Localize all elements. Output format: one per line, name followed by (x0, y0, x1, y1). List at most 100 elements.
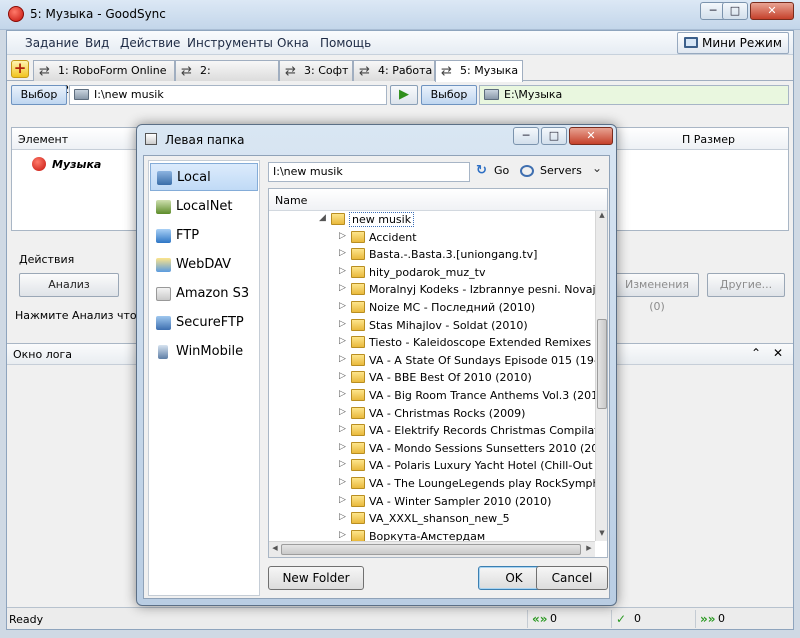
menu-view[interactable]: Вид (85, 36, 109, 50)
menu-windows[interactable]: Окна (277, 36, 309, 50)
add-job-button[interactable]: + (11, 60, 29, 78)
tab-work[interactable]: ⇄ 4: Работа (353, 60, 435, 81)
expand-arrow-icon[interactable]: ▷ (339, 248, 346, 258)
dialog-minimize-button[interactable]: ─ (513, 127, 539, 145)
webdav-icon (156, 258, 171, 272)
source-ftp[interactable]: FTP (150, 222, 258, 250)
hscroll-thumb[interactable] (281, 544, 581, 555)
cancel-button[interactable]: Cancel (536, 566, 608, 590)
close-button[interactable]: ✕ (750, 2, 794, 20)
close-log-icon[interactable]: ✕ (773, 346, 783, 360)
expand-arrow-icon[interactable]: ▷ (339, 283, 346, 293)
tree-folder-row[interactable]: ▷ VA - Mondo Sessions Sunsetters 2010 (20… (269, 440, 595, 458)
source-localnet[interactable]: LocalNet (150, 193, 258, 221)
tree-folder-row[interactable]: ▷ VA - Big Room Trance Anthems Vol.3 (201… (269, 387, 595, 405)
title-bar: 5: Музыка - GoodSync ─ □ ✕ (0, 0, 800, 30)
tree-folder-row[interactable]: ▷ VA_XXXL_shanson_new_5 (269, 510, 595, 528)
go-label: Go (494, 164, 510, 177)
column-right-size[interactable]: П Размер (682, 133, 735, 146)
tree-folder-row[interactable]: ▷ VA - Christmas Rocks (2009) (269, 405, 595, 423)
source-webdav[interactable]: WebDAV (150, 251, 258, 279)
expand-arrow-icon[interactable]: ▷ (339, 336, 346, 346)
expand-arrow-icon[interactable]: ▷ (339, 371, 346, 381)
menu-tools[interactable]: Инструменты (187, 36, 273, 50)
dialog-maximize-button[interactable]: □ (541, 127, 567, 145)
right-path-field[interactable]: E:\Музыка (479, 85, 789, 105)
source-secureftp[interactable]: SecureFTP (150, 309, 258, 337)
expand-arrow-icon[interactable]: ▷ (339, 530, 346, 540)
expand-arrow-icon[interactable]: ▷ (339, 266, 346, 276)
analyze-button[interactable]: Анализ (19, 273, 119, 297)
expand-arrow-icon[interactable]: ▷ (339, 354, 346, 364)
source-winmobile[interactable]: WinMobile (150, 338, 258, 366)
expand-arrow-icon[interactable]: ▷ (339, 319, 346, 329)
source-amazon-s3[interactable]: Amazon S3 (150, 280, 258, 308)
scroll-thumb[interactable] (597, 319, 607, 409)
tree-folder-row[interactable]: ▷ VA - Winter Sampler 2010 (2010) (269, 493, 595, 511)
menu-task[interactable]: Задание (25, 36, 79, 50)
maximize-button[interactable]: □ (722, 2, 748, 20)
tree-folder-row[interactable]: ▷ Moralnyj Kodeks - Izbrannye pesni. Nova… (269, 281, 595, 299)
vertical-scrollbar[interactable]: ▲ ▼ (595, 211, 607, 541)
menu-help[interactable]: Помощь (320, 36, 371, 50)
expand-arrow-icon[interactable]: ▷ (339, 301, 346, 311)
tree-folder-row[interactable]: ▷ Stas Mihajlov - Soldat (2010) (269, 317, 595, 335)
tree-folder-row[interactable]: ▷ Tiesto - Kaleidoscope Extended Remixes … (269, 334, 595, 352)
tree-folder-row[interactable]: ▷ VA - BBE Best Of 2010 (2010) (269, 369, 595, 387)
folder-icon (351, 230, 365, 243)
folder-name: hity_podarok_muz_tv (369, 265, 486, 279)
file-row[interactable]: Музыка (32, 157, 101, 171)
status-ok: ✓ 0 (611, 610, 695, 628)
tab-roboform[interactable]: ⇄1: RoboForm Online (2) (33, 60, 175, 96)
expand-arrow-icon[interactable]: ▷ (339, 459, 346, 469)
right-browse-button[interactable]: Выбор (421, 85, 477, 105)
tree-folder-row[interactable]: ▷ VA - The LoungeLegends play RockSympho (269, 475, 595, 493)
expand-arrow-icon[interactable]: ▷ (339, 512, 346, 522)
menu-bar: Задание Вид Действие Инструменты Окна По… (7, 31, 793, 55)
sync-arrows-icon: ⇄ (39, 64, 50, 79)
expand-arrow-icon[interactable]: ▷ (339, 424, 346, 434)
source-local[interactable]: Local (150, 163, 258, 191)
new-folder-button[interactable]: New Folder (268, 566, 364, 590)
tree-folder-row[interactable]: ▷ VA - Elektrify Records Christmas Compil… (269, 422, 595, 440)
scroll-right-icon[interactable]: ▶ (584, 544, 594, 552)
tree-folder-row[interactable]: ▷ Basta.-.Basta.3.[uniongang.tv] (269, 246, 595, 264)
column-element[interactable]: Элемент (18, 133, 68, 146)
dialog-close-button[interactable]: ✕ (569, 127, 613, 145)
menu-action[interactable]: Действие (120, 36, 180, 50)
expand-arrow-icon[interactable]: ▷ (339, 407, 346, 417)
expand-arrow-icon[interactable]: ▷ (339, 389, 346, 399)
scroll-left-icon[interactable]: ◀ (270, 544, 280, 552)
tab-documents[interactable]: ⇄2: Документы (175, 60, 279, 96)
scroll-up-icon[interactable]: ▲ (597, 211, 607, 223)
changes-button[interactable]: Изменения (0) (615, 273, 699, 313)
other-actions-button[interactable]: Другие... (707, 273, 785, 297)
mini-mode-button[interactable]: Мини Режим (677, 32, 789, 54)
sync-direction-button[interactable]: ▶ (390, 85, 418, 105)
scroll-down-icon[interactable]: ▼ (597, 529, 607, 541)
tree-folder-row[interactable]: ▷ hity_podarok_muz_tv (269, 264, 595, 282)
servers-button[interactable]: Servers (520, 163, 582, 179)
tab-soft[interactable]: ⇄ 3: Софт (279, 60, 353, 81)
tree-folder-row[interactable]: ▷ Noize MC - Последний (2010) (269, 299, 595, 317)
more-options-icon[interactable]: ⌄ (592, 161, 602, 175)
expand-arrow-icon[interactable]: ▷ (339, 442, 346, 452)
expand-arrow-icon[interactable]: ▷ (339, 495, 346, 505)
left-browse-button[interactable]: Выбор (11, 85, 67, 105)
tab-music[interactable]: ⇄ 5: Музыка (435, 60, 523, 82)
expanded-arrow-icon[interactable]: ◢ (319, 213, 326, 223)
left-path-field[interactable]: I:\new musik (69, 85, 387, 105)
horizontal-scrollbar[interactable]: ◀ ▶ (269, 541, 595, 557)
dialog-title: Левая папка (165, 133, 245, 147)
collapse-log-icon[interactable]: ⌃ (751, 346, 761, 360)
expand-arrow-icon[interactable]: ▷ (339, 477, 346, 487)
expand-arrow-icon[interactable]: ▷ (339, 231, 346, 241)
dialog-path-input[interactable]: I:\new musik (268, 162, 470, 182)
right-path-text: E:\Музыка (504, 88, 563, 101)
tree-folder-row[interactable]: ▷ VA - Polaris Luxury Yacht Hotel (Chill-… (269, 457, 595, 475)
tree-folder-row[interactable]: ▷ VA - A State Of Sundays Episode 015 (19… (269, 352, 595, 370)
tree-root-folder[interactable]: ◢ new musik (269, 211, 595, 229)
tree-folder-row[interactable]: ▷ Accident (269, 229, 595, 247)
column-name[interactable]: Name (275, 194, 307, 207)
go-button[interactable]: ↻ Go (476, 163, 509, 179)
